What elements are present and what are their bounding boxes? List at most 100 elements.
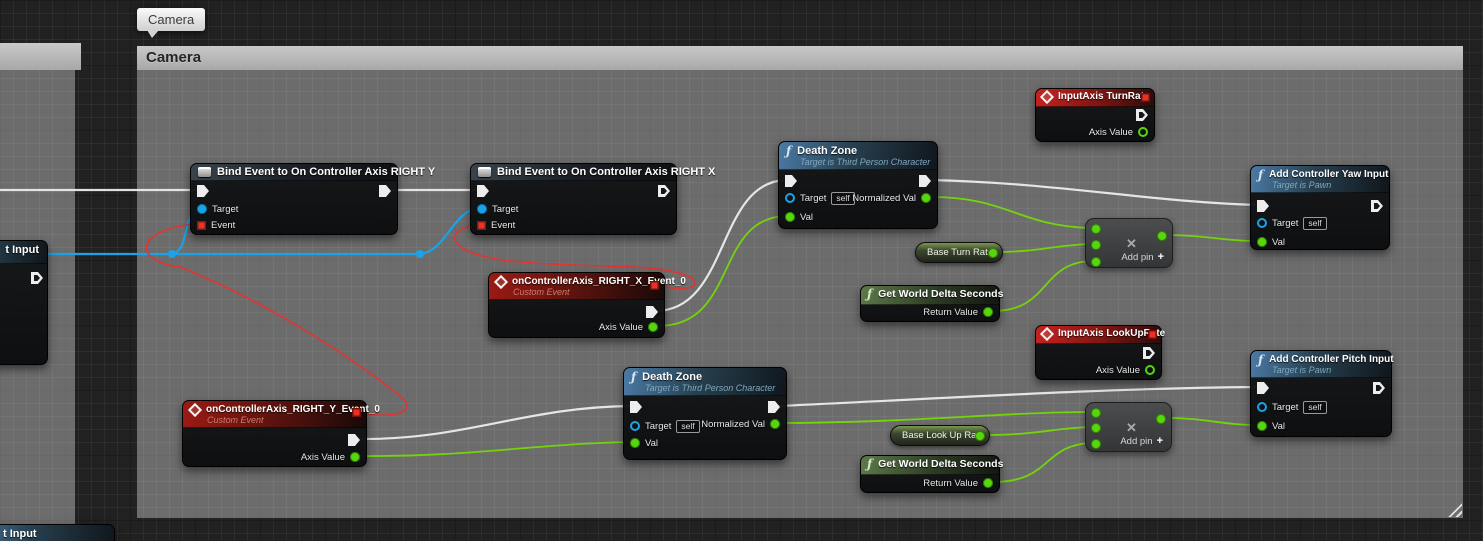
exec-out-pin[interactable]	[1143, 347, 1155, 359]
target-pin[interactable]	[785, 193, 795, 203]
add-pin-button[interactable]: Add pin+	[1121, 251, 1164, 263]
target-pin[interactable]	[477, 204, 487, 214]
exec-out-pin[interactable]	[1371, 200, 1383, 212]
exec-in-pin[interactable]	[1257, 382, 1269, 394]
self-literal[interactable]: self	[676, 420, 699, 433]
multiply-output-pin[interactable]	[1156, 414, 1166, 424]
exec-out-pin[interactable]	[768, 401, 780, 413]
multiply-input-pin-1[interactable]	[1091, 408, 1101, 418]
self-literal[interactable]: self	[1303, 217, 1326, 230]
delegate-out-pin[interactable]	[1148, 330, 1157, 339]
axis-value-pin[interactable]	[350, 452, 360, 462]
pin-label-val: Val	[1272, 237, 1285, 248]
add-pin-button[interactable]: Add pin +	[1120, 435, 1163, 447]
pin-label-return-value: Return Value	[923, 307, 978, 318]
delegate-out-pin[interactable]	[1141, 93, 1150, 102]
axis-value-pin[interactable]	[648, 322, 658, 332]
val-pin[interactable]	[630, 438, 640, 448]
node-add-controller-yaw-input[interactable]: ƒAdd Controller Yaw Input Target is Pawn…	[1250, 165, 1390, 250]
wire-float-event-y-to-death-zone-bottom-val	[360, 442, 629, 456]
target-pin[interactable]	[1257, 402, 1267, 412]
pin-label-target: Target	[212, 204, 238, 215]
target-pin[interactable]	[197, 204, 207, 214]
exec-in-pin[interactable]	[785, 175, 797, 187]
pin-label-event: Event	[211, 220, 235, 231]
node-add-controller-pitch-input[interactable]: ƒAdd Controller Pitch Input Target is Pa…	[1250, 350, 1392, 437]
node-title: Add Controller Yaw Input	[1269, 169, 1388, 180]
wire-float-delta-seconds-to-multiply-bottom	[993, 443, 1091, 482]
node-inputaxis-lookuprate[interactable]: InputAxis LookUpRate Axis Value	[1035, 325, 1162, 380]
node-custom-event-right-x[interactable]: onControllerAxis_RIGHT_X_Event_0 Custom …	[488, 272, 665, 338]
exec-out-pin[interactable]	[919, 175, 931, 187]
self-literal[interactable]: self	[1303, 401, 1326, 414]
normalized-val-pin[interactable]	[921, 193, 931, 203]
wire-object-to-bind-x-target	[420, 208, 477, 254]
event-delegate-pin[interactable]	[477, 221, 486, 230]
exec-in-pin[interactable]	[630, 401, 642, 413]
node-get-world-delta-seconds-bottom[interactable]: ƒGet World Delta Seconds Return Value	[860, 455, 1000, 493]
return-value-pin[interactable]	[983, 307, 993, 317]
axis-value-pin[interactable]	[1145, 365, 1155, 375]
exec-out-pin[interactable]	[1136, 109, 1148, 121]
function-icon: ƒ	[1258, 355, 1263, 365]
exec-out-pin[interactable]	[646, 306, 658, 318]
multiply-input-pin-1[interactable]	[1091, 224, 1101, 234]
plus-icon: +	[1158, 251, 1164, 263]
delegate-out-pin[interactable]	[650, 281, 659, 290]
add-pin-label: Add pin	[1120, 436, 1152, 447]
pin-label-normalized-val: Normalized Val	[852, 193, 916, 204]
axis-value-pin[interactable]	[1138, 127, 1148, 137]
node-multiply-top[interactable]: ✕ Add pin+	[1085, 218, 1173, 268]
exec-out-pin[interactable]	[31, 272, 43, 284]
node-header: ƒDeath Zone Target is Third Person Chara…	[624, 368, 786, 396]
node-death-zone-bottom[interactable]: ƒDeath Zone Target is Third Person Chara…	[623, 367, 787, 460]
node-bind-event-right-x[interactable]: Bind Event to On Controller Axis RIGHT X…	[470, 163, 677, 235]
multiply-input-pin-3[interactable]	[1091, 257, 1101, 267]
node-title: onControllerAxis_RIGHT_X_Event_0	[512, 276, 686, 287]
exec-out-pin[interactable]	[1373, 382, 1385, 394]
node-get-world-delta-seconds-top[interactable]: ƒGet World Delta Seconds Return Value	[860, 285, 1000, 322]
pin-label-event: Event	[491, 220, 515, 231]
node-base-turn-rate-getter[interactable]: Base Turn Rate	[915, 242, 1003, 263]
node-multiply-bottom[interactable]: ✕ Add pin+	[1085, 402, 1172, 452]
node-inputaxis-turnrate[interactable]: InputAxis TurnRate Axis Value	[1035, 88, 1155, 142]
exec-in-pin[interactable]	[477, 185, 489, 197]
target-pin[interactable]	[630, 421, 640, 431]
node-subtitle: Custom Event	[513, 287, 657, 297]
node-death-zone-top[interactable]: ƒDeath Zone Target is Third Person Chara…	[778, 141, 938, 229]
target-pin[interactable]	[1257, 218, 1267, 228]
wire-float-event-x-to-death-zone-top-val	[658, 216, 785, 326]
multiply-output-pin[interactable]	[1157, 231, 1167, 241]
pin-label-target: Target	[645, 421, 671, 432]
val-pin[interactable]	[1257, 237, 1267, 247]
comment-tooltip: Camera	[137, 8, 205, 31]
exec-in-pin[interactable]	[1257, 200, 1269, 212]
node-partial-top-left[interactable]: t Input	[0, 240, 48, 365]
delegate-out-pin[interactable]	[352, 408, 361, 417]
val-pin[interactable]	[1257, 421, 1267, 431]
exec-out-pin[interactable]	[379, 185, 391, 197]
value-out-pin[interactable]	[975, 431, 985, 441]
event-delegate-pin[interactable]	[197, 221, 206, 230]
value-out-pin[interactable]	[988, 248, 998, 258]
exec-out-pin[interactable]	[658, 185, 670, 197]
normalized-val-pin[interactable]	[770, 419, 780, 429]
multiply-input-pin-2[interactable]	[1091, 240, 1101, 250]
node-custom-event-right-y[interactable]: onControllerAxis_RIGHT_Y_Event_0 Custom …	[182, 400, 367, 467]
exec-in-pin[interactable]	[197, 185, 209, 197]
val-pin[interactable]	[785, 212, 795, 222]
node-title: Bind Event to On Controller Axis RIGHT X	[497, 166, 715, 178]
multiply-input-pin-2[interactable]	[1091, 423, 1101, 433]
multiply-input-pin-3[interactable]	[1091, 439, 1101, 449]
blueprint-graph-canvas[interactable]: Camera	[0, 0, 1483, 541]
node-header: ƒGet World Delta Seconds	[861, 286, 999, 305]
node-partial-bottom-left[interactable]: t Input	[0, 524, 115, 541]
node-base-look-up-rate-getter[interactable]: Base Look Up Rate	[890, 425, 990, 446]
exec-out-pin[interactable]	[348, 434, 360, 446]
function-icon: ƒ	[631, 372, 636, 382]
plus-icon: +	[1157, 435, 1163, 447]
node-title: Get World Delta Seconds	[878, 288, 1003, 300]
return-value-pin[interactable]	[983, 478, 993, 488]
pin-label-return-value: Return Value	[923, 478, 978, 489]
node-bind-event-right-y[interactable]: Bind Event to On Controller Axis RIGHT Y…	[190, 163, 398, 235]
